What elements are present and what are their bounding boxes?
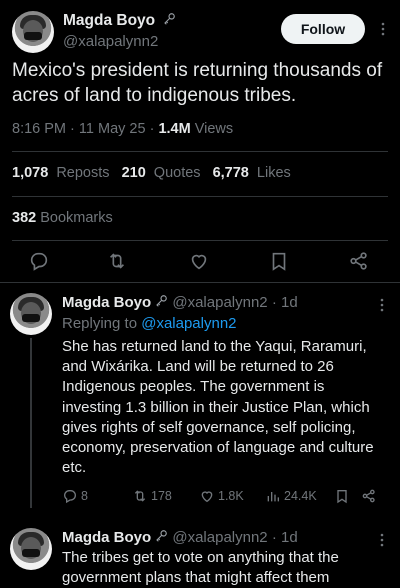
bookmarks-stat[interactable]: 382 Bookmarks bbox=[12, 210, 113, 226]
more-dots-icon[interactable] bbox=[374, 297, 390, 313]
reply-author-avatar[interactable] bbox=[10, 293, 52, 335]
divider bbox=[12, 196, 388, 197]
reposts-stat[interactable]: 1,078 Reposts bbox=[12, 165, 114, 181]
more-dots-icon[interactable] bbox=[375, 21, 391, 37]
meta-separator: · bbox=[70, 121, 75, 137]
reply-author-name[interactable]: Magda Boyo bbox=[62, 294, 151, 311]
author-name-row: Magda Boyo bbox=[63, 12, 176, 30]
reply-count: 8 bbox=[81, 489, 88, 503]
meta-separator: · bbox=[149, 121, 155, 137]
engagement-stats: 1,078 Reposts 210 Quotes 6,778 Likes bbox=[12, 165, 299, 181]
key-icon bbox=[156, 530, 168, 542]
bookmarks-count: 382 bbox=[12, 210, 37, 226]
reposts-label: Reposts bbox=[56, 165, 110, 181]
meta-separator: · bbox=[271, 529, 277, 546]
heart-icon bbox=[201, 491, 213, 503]
author-handle[interactable]: @xalapalynn2 bbox=[63, 33, 158, 50]
reply-header: Magda Boyo @xalapalynn2 · 1d bbox=[62, 294, 298, 311]
likes-count: 6,778 bbox=[212, 165, 249, 181]
meta-separator: · bbox=[271, 294, 277, 311]
reply-text: She has returned land to the Yaqui, Rara… bbox=[62, 338, 374, 477]
reply-button[interactable]: 8 bbox=[62, 488, 88, 504]
repost-icon bbox=[134, 490, 146, 502]
share-icon[interactable] bbox=[361, 488, 377, 504]
bookmark-icon[interactable] bbox=[268, 250, 290, 272]
share-icon[interactable] bbox=[348, 250, 370, 272]
thread-line bbox=[30, 338, 32, 508]
views-button[interactable]: 24.4K bbox=[265, 488, 317, 504]
reply-actions: 8 178 1.8K 24.4K bbox=[62, 488, 382, 508]
replying-to-link[interactable]: @xalapalynn2 bbox=[141, 315, 236, 332]
key-icon bbox=[164, 13, 176, 25]
views-count: 24.4K bbox=[284, 489, 317, 503]
tweet-date[interactable]: 11 May 25 bbox=[79, 121, 146, 137]
like-button[interactable]: 1.8K bbox=[199, 488, 244, 504]
reply-author-name[interactable]: Magda Boyo bbox=[62, 529, 151, 546]
divider bbox=[12, 240, 388, 241]
divider bbox=[12, 151, 388, 152]
reply-author-handle[interactable]: @xalapalynn2 bbox=[172, 294, 267, 311]
reply-author-handle[interactable]: @xalapalynn2 bbox=[172, 529, 267, 546]
likes-label: Likes bbox=[256, 165, 291, 181]
tweet-actions bbox=[0, 246, 400, 276]
reply-header: Magda Boyo @xalapalynn2 · 1d bbox=[62, 529, 298, 546]
reply-age[interactable]: 1d bbox=[281, 529, 298, 546]
author-name[interactable]: Magda Boyo bbox=[63, 12, 155, 29]
repost-icon[interactable] bbox=[106, 250, 128, 272]
key-icon bbox=[156, 295, 168, 307]
replying-prefix: Replying to bbox=[62, 315, 138, 332]
tweet-meta: 8:16 PM · 11 May 25 · 1.4M Views bbox=[12, 121, 233, 137]
reply-icon[interactable] bbox=[28, 250, 50, 272]
bookmark-icon[interactable] bbox=[334, 488, 350, 504]
bookmarks-label: Bookmarks bbox=[40, 210, 113, 226]
reply-author-avatar[interactable] bbox=[10, 528, 52, 570]
quotes-label: Quotes bbox=[153, 165, 201, 181]
divider bbox=[0, 282, 400, 283]
tweet-time[interactable]: 8:16 PM bbox=[12, 121, 66, 137]
more-dots-icon[interactable] bbox=[374, 532, 390, 548]
replying-to: Replying to @xalapalynn2 bbox=[62, 315, 237, 332]
repost-button[interactable]: 178 bbox=[132, 488, 172, 504]
views-label: Views bbox=[194, 121, 234, 137]
author-avatar[interactable] bbox=[12, 11, 54, 53]
views-count: 1.4M bbox=[158, 121, 191, 137]
reply-text: The tribes get to vote on anything that … bbox=[62, 549, 339, 587]
likes-stat[interactable]: 6,778 Likes bbox=[213, 165, 295, 181]
like-count: 1.8K bbox=[218, 489, 244, 503]
follow-button[interactable]: Follow bbox=[281, 14, 365, 44]
heart-icon[interactable] bbox=[188, 250, 210, 272]
quotes-stat[interactable]: 210 Quotes bbox=[122, 165, 205, 181]
tweet-text: Mexico's president is returning thousand… bbox=[12, 60, 383, 106]
reply-icon bbox=[63, 490, 76, 504]
reply-age[interactable]: 1d bbox=[281, 294, 298, 311]
reposts-count: 1,078 bbox=[12, 165, 49, 181]
repost-count: 178 bbox=[151, 489, 172, 503]
quotes-count: 210 bbox=[121, 165, 146, 181]
views-chart-icon bbox=[267, 492, 279, 502]
